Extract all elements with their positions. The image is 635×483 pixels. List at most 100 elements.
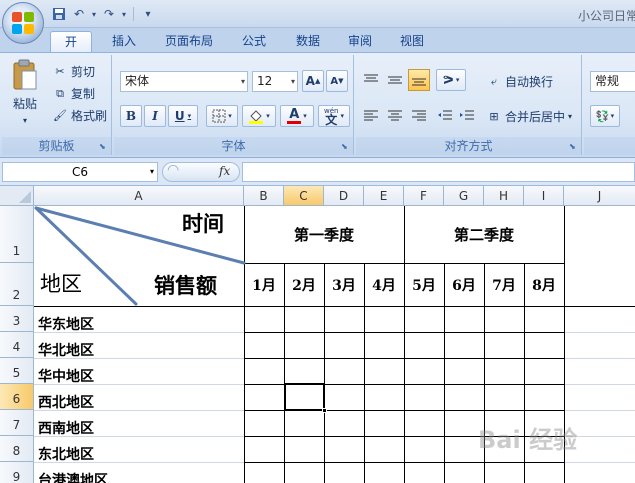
align-top-button[interactable] — [360, 69, 382, 91]
italic-button[interactable]: I — [144, 105, 166, 127]
merge-center-label: 合并后居中 — [505, 110, 566, 124]
decrease-indent-button[interactable] — [434, 105, 456, 127]
fill-color-button[interactable]: ▾ — [242, 105, 276, 127]
paste-icon — [13, 59, 37, 90]
title-bar: ↶ ▾ ↷ ▾ ▾ 小公司日常 — [0, 0, 635, 28]
region-cell: 西北地区 — [38, 395, 94, 411]
align-center-button[interactable] — [384, 105, 406, 127]
name-box-dropdown-icon[interactable]: ▾ — [150, 163, 154, 181]
bold-button[interactable]: B — [120, 105, 142, 127]
quick-access-toolbar: ↶ ▾ ↷ ▾ ▾ — [50, 4, 157, 24]
format-painter-button[interactable]: 🖌 格式刷 — [52, 107, 107, 124]
customize-qat-icon[interactable]: ▾ — [139, 5, 157, 23]
number-format-combo[interactable]: 常规 — [590, 71, 635, 92]
copy-icon: ⧉ — [56, 86, 64, 100]
undo-dropdown-icon[interactable]: ▾ — [90, 5, 98, 23]
month-header: 6月 — [452, 278, 476, 294]
wrap-text-button[interactable]: ⤶ 自动换行 — [486, 73, 553, 90]
phonetic-guide-button[interactable]: wén 文 ▾ — [318, 105, 350, 127]
save-icon[interactable] — [50, 5, 68, 23]
cut-button[interactable]: ✂ 剪切 — [52, 63, 95, 80]
expand-handle-icon[interactable]: ◠ — [167, 162, 179, 178]
ribbon: 粘贴 ▾ ✂ 剪切 ⧉ 复制 🖌 格式刷 剪贴板 ⬊ 宋体 ▾ 12 ▾ A ▲ … — [0, 52, 635, 158]
redo-icon[interactable]: ↷ — [100, 5, 118, 23]
align-bottom-button[interactable] — [408, 69, 430, 91]
office-button[interactable] — [2, 2, 44, 44]
format-painter-label: 格式刷 — [71, 109, 108, 123]
fill-bucket-icon — [249, 110, 264, 124]
insert-function-button[interactable]: fx — [219, 164, 230, 178]
currency-icon: 💱 — [595, 109, 610, 123]
office-logo-icon — [12, 12, 34, 34]
align-right-button[interactable] — [408, 105, 430, 127]
redo-dropdown-icon[interactable]: ▾ — [120, 5, 128, 23]
phonetic-icon: wén 文 — [324, 107, 339, 127]
align-middle-button[interactable] — [384, 69, 406, 91]
alignment-group: ᕗ ▾ ⤶ 自动换行 ⊞ 合并后居中 ▾ 对齐方式 ⬊ — [356, 55, 582, 155]
month-header: 8月 — [532, 278, 556, 294]
borders-icon — [212, 109, 226, 123]
tab-page-layout[interactable]: 页面布局 — [154, 31, 224, 52]
quarter-1-header: 第一季度 — [293, 226, 354, 244]
font-name-dropdown-icon[interactable]: ▾ — [241, 72, 245, 91]
font-size-value: 12 — [257, 74, 273, 88]
copy-button[interactable]: ⧉ 复制 — [52, 85, 95, 102]
paste-label: 粘贴 — [12, 97, 37, 111]
clipboard-dialog-launcher-icon[interactable]: ⬊ — [99, 142, 109, 152]
undo-icon[interactable]: ↶ — [70, 5, 88, 23]
tab-review[interactable]: 审阅 — [338, 31, 382, 52]
align-bottom-icon — [412, 78, 426, 86]
formula-input[interactable] — [242, 162, 635, 182]
font-color-icon: A — [287, 106, 302, 124]
align-left-button[interactable] — [360, 105, 382, 127]
align-middle-icon — [388, 76, 402, 84]
align-top-icon — [364, 74, 378, 82]
grow-font-button[interactable]: A ▲ — [302, 70, 324, 92]
region-cell: 华中地区 — [38, 369, 94, 385]
underline-icon: U — [174, 109, 185, 123]
underline-button[interactable]: U ▾ — [168, 105, 198, 127]
font-group: 宋体 ▾ 12 ▾ A ▲ A ▼ B I U ▾ ▾ ▾ A ▾ wén 文 … — [114, 55, 354, 155]
shrink-font-button[interactable]: A ▼ — [326, 70, 348, 92]
increase-indent-button[interactable] — [456, 105, 478, 127]
merge-center-dropdown-icon[interactable]: ▾ — [568, 112, 572, 121]
tab-insert[interactable]: 插入 — [102, 31, 146, 52]
fill-handle[interactable] — [322, 408, 327, 413]
region-cell: 西南地区 — [38, 421, 94, 437]
font-color-button[interactable]: A ▾ — [280, 105, 314, 127]
tab-home[interactable]: 开始 — [50, 31, 92, 69]
borders-button[interactable]: ▾ — [206, 105, 238, 127]
name-box-value: C6 — [71, 165, 88, 179]
align-left-icon — [364, 110, 378, 121]
region-cell: 东北地区 — [38, 447, 94, 463]
active-cell-c6[interactable] — [284, 383, 325, 411]
font-size-dropdown-icon[interactable]: ▾ — [291, 72, 295, 91]
number-format-value: 常规 — [595, 74, 620, 88]
font-name-combo[interactable]: 宋体 ▾ — [120, 71, 248, 92]
accounting-format-button[interactable]: 💱 ▾ — [590, 105, 620, 127]
merge-center-button[interactable]: ⊞ 合并后居中 ▾ — [486, 108, 572, 125]
name-box[interactable]: C6 ▾ — [2, 162, 158, 182]
tab-formulas[interactable]: 公式 — [232, 31, 276, 52]
orientation-button[interactable]: ᕗ ▾ — [436, 69, 466, 91]
alignment-dialog-launcher-icon[interactable]: ⬊ — [569, 142, 579, 152]
font-dialog-launcher-icon[interactable]: ⬊ — [341, 142, 351, 152]
paste-dropdown-icon[interactable]: ▾ — [23, 116, 27, 125]
font-size-combo[interactable]: 12 ▾ — [252, 71, 298, 92]
paste-button[interactable]: 粘贴 ▾ — [8, 59, 42, 127]
window-title: 小公司日常 — [578, 9, 635, 23]
tab-view[interactable]: 视图 — [390, 31, 434, 52]
merge-center-icon: ⊞ — [489, 110, 499, 123]
ribbon-tab-bar: 开始 插入 页面布局 公式 数据 审阅 视图 — [0, 28, 635, 69]
region-cell: 华北地区 — [38, 343, 94, 359]
wrap-text-label: 自动换行 — [505, 75, 554, 89]
region-cell: 台港澳地区 — [38, 473, 108, 483]
tab-data[interactable]: 数据 — [286, 31, 330, 52]
clipboard-group: 粘贴 ▾ ✂ 剪切 ⧉ 复制 🖌 格式刷 剪贴板 ⬊ — [2, 55, 112, 155]
align-center-icon — [388, 110, 402, 121]
baidu-watermark: Bai 经验 — [478, 426, 578, 454]
decrease-indent-icon — [438, 110, 452, 120]
cut-label: 剪切 — [71, 65, 96, 79]
region-cell: 华东地区 — [38, 317, 94, 333]
scissors-icon: ✂ — [55, 65, 65, 78]
